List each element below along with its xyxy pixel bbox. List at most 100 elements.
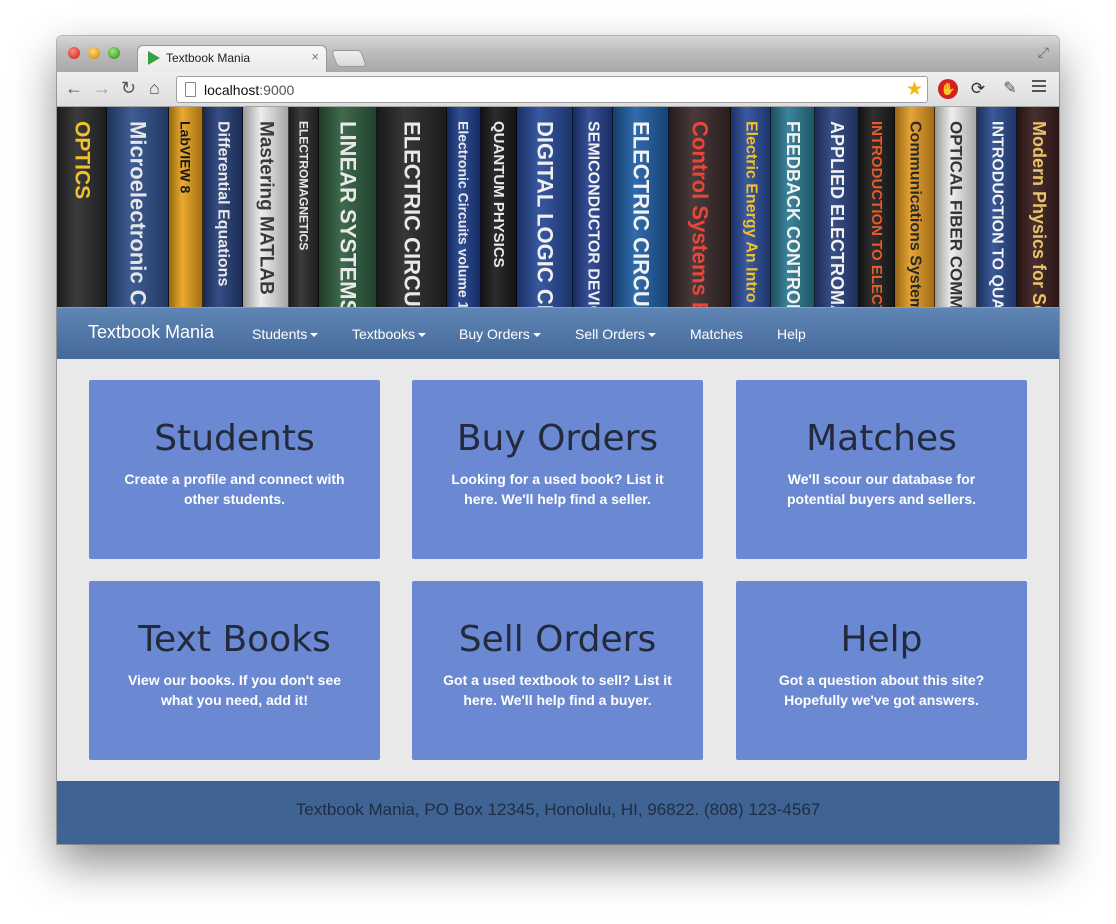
forward-arrow-icon[interactable]: →	[93, 78, 111, 98]
card-title: Students	[154, 418, 315, 459]
book-spine-title: QUANTUM PHYSICS	[490, 121, 507, 268]
book-spine: OPTICAL FIBER COMMUNICATIONS	[935, 107, 977, 307]
book-spine-title: INTRODUCTION TO QUANTUM MECHANICS	[988, 121, 1006, 307]
book-spine: Electric Energy An Intro	[731, 107, 771, 307]
site-footer: Textbook Mania, PO Box 12345, Honolulu, …	[57, 781, 1059, 844]
card-title: Matches	[806, 418, 957, 459]
book-spine-title: Control Systems Engineering	[687, 121, 713, 307]
book-spine-title: Mastering MATLAB	[255, 121, 277, 295]
book-spine-title: ELECTRIC CIRCUITS	[628, 121, 654, 307]
tab-strip: Textbook Mania × ⤢	[57, 36, 1059, 72]
book-spine: OPTICS	[57, 107, 107, 307]
browser-window: Textbook Mania × ⤢ ← → ↻ ⌂ localhost:900…	[57, 36, 1059, 844]
book-spine: APPLIED ELECTROMAGNETICS	[815, 107, 859, 307]
book-spine: INTRODUCTION TO QUANTUM MECHANICS	[977, 107, 1017, 307]
book-spine-title: SEMICONDUCTOR DEVICES Physics and Tech	[584, 121, 602, 307]
book-spine-title: ELECTROMAGNETICS	[296, 121, 311, 251]
book-spine: LabVIEW 8	[169, 107, 203, 307]
book-spine-title: Electronic Circuits volume 1.2	[455, 121, 472, 307]
tab-close-icon[interactable]: ×	[311, 49, 319, 64]
address-bar[interactable]: localhost:9000 ★	[176, 76, 928, 103]
card-description: Got a used textbook to sell? List it her…	[443, 672, 672, 708]
nav-sell-orders[interactable]: Sell Orders	[575, 326, 657, 342]
star-icon[interactable]: ★	[906, 78, 923, 101]
card-title: Help	[840, 619, 923, 660]
play-favicon-icon	[148, 51, 160, 65]
book-spine-title: APPLIED ELECTROMAGNETICS	[827, 121, 847, 307]
book-spine: Modern Physics for Scientists and Engine…	[1017, 107, 1059, 307]
card-description: Create a profile and connect with other …	[124, 471, 345, 507]
new-tab-button[interactable]	[330, 50, 368, 67]
card-help[interactable]: Help Got a question about this site? Hop…	[736, 581, 1027, 760]
book-spine-title: Differential Equations	[214, 121, 232, 287]
footer-contact: Textbook Mania, PO Box 12345, Honolulu, …	[295, 800, 821, 819]
book-spine: LINEAR SYSTEMS AND SIGNALS	[319, 107, 377, 307]
book-spine-title: DIGITAL LOGIC CIRCUIT ANALYSIS & DESIGN	[532, 121, 558, 307]
menu-icon[interactable]	[1032, 80, 1046, 95]
url-port: :9000	[259, 82, 295, 98]
card-buy-orders[interactable]: Buy Orders Looking for a used book? List…	[412, 380, 703, 559]
card-title: Text Books	[138, 619, 331, 660]
url-host: localhost	[204, 82, 260, 98]
book-spine: SEMICONDUCTOR DEVICES Physics and Tech	[573, 107, 613, 307]
card-title: Buy Orders	[456, 418, 659, 459]
book-spine: Mastering MATLAB	[243, 107, 289, 307]
book-spine-title: OPTICAL FIBER COMMUNICATIONS	[946, 121, 966, 307]
reload-icon[interactable]: ↻	[121, 78, 136, 98]
window-maximize-icon[interactable]	[108, 47, 120, 59]
card-description: Got a question about this site? Hopefull…	[778, 672, 985, 708]
home-icon[interactable]: ⌂	[149, 78, 160, 98]
card-title: Sell Orders	[458, 619, 657, 660]
caret-down-icon	[310, 333, 319, 338]
browser-toolbar: ← → ↻ ⌂ localhost:9000 ★ ✋ ⟳ ✎	[57, 72, 1059, 107]
book-spine-title: LabVIEW 8	[177, 121, 194, 194]
book-spine-title: ELECTRIC CIRCUITS	[399, 121, 425, 307]
nav-students[interactable]: Students	[252, 326, 319, 342]
card-description: View our books. If you don't see what yo…	[127, 672, 342, 708]
nav-textbooks-label: Textbooks	[352, 326, 416, 342]
main-content: Students Create a profile and connect wi…	[57, 359, 1059, 781]
nav-textbooks[interactable]: Textbooks	[352, 326, 427, 342]
nav-help[interactable]: Help	[777, 326, 806, 342]
book-spine: Microelectronic CIRCUITS	[107, 107, 169, 307]
book-spine: Communications Systems Stanley & Jefferd…	[895, 107, 935, 307]
card-description: Looking for a used book? List it here. W…	[451, 471, 664, 507]
book-spine-title: Electric Energy An Intro	[742, 121, 760, 303]
book-spine: ELECTRIC CIRCUITS	[613, 107, 669, 307]
adblock-icon[interactable]: ✋	[938, 79, 958, 99]
bookshelf-banner: OPTICS Microelectronic CIRCUITS LabVIEW 8 D…	[57, 107, 1059, 307]
book-spine: Differential Equations	[203, 107, 243, 307]
book-spine-title: INTRODUCTION TO ELECTRODYNAMICS	[868, 121, 885, 307]
nav-buy-orders[interactable]: Buy Orders	[459, 326, 541, 342]
book-spine: Control Systems Engineering	[669, 107, 731, 307]
eyedropper-icon[interactable]: ✎	[1000, 79, 1020, 99]
nav-students-label: Students	[252, 326, 308, 342]
window-minimize-icon[interactable]	[88, 47, 100, 59]
book-spine-title: LINEAR SYSTEMS AND SIGNALS	[335, 121, 361, 307]
window-close-icon[interactable]	[68, 47, 80, 59]
sync-icon[interactable]: ⟳	[968, 79, 988, 99]
card-text-books[interactable]: Text Books View our books. If you don't …	[89, 581, 380, 760]
book-spine-title: Microelectronic CIRCUITS	[125, 121, 151, 307]
site-navbar: Textbook Mania Students Textbooks Buy Or…	[57, 307, 1059, 359]
navbar-brand[interactable]: Textbook Mania	[88, 322, 214, 343]
nav-matches[interactable]: Matches	[690, 326, 743, 342]
caret-down-icon	[418, 333, 427, 338]
book-spine: INTRODUCTION TO ELECTRODYNAMICS	[859, 107, 895, 307]
back-arrow-icon[interactable]: ←	[65, 78, 83, 98]
book-spine: QUANTUM PHYSICS	[481, 107, 517, 307]
book-spine: Electronic Circuits volume 1.2	[447, 107, 481, 307]
book-spine: FEEDBACK CONTROL SYSTEMS	[771, 107, 815, 307]
book-spine: ELECTRIC CIRCUITS	[377, 107, 447, 307]
book-spine-title: OPTICS	[70, 121, 94, 200]
card-matches[interactable]: Matches We'll scour our database for pot…	[736, 380, 1027, 559]
tab-title: Textbook Mania	[166, 51, 251, 65]
fullscreen-icon[interactable]: ⤢	[1038, 44, 1049, 61]
card-sell-orders[interactable]: Sell Orders Got a used textbook to sell?…	[412, 581, 703, 760]
card-students[interactable]: Students Create a profile and connect wi…	[89, 380, 380, 559]
caret-down-icon	[532, 333, 541, 338]
nav-sell-orders-label: Sell Orders	[575, 326, 646, 342]
browser-tab[interactable]: Textbook Mania ×	[137, 45, 327, 72]
url-text[interactable]: localhost:9000	[204, 82, 294, 98]
caret-down-icon	[648, 333, 657, 338]
